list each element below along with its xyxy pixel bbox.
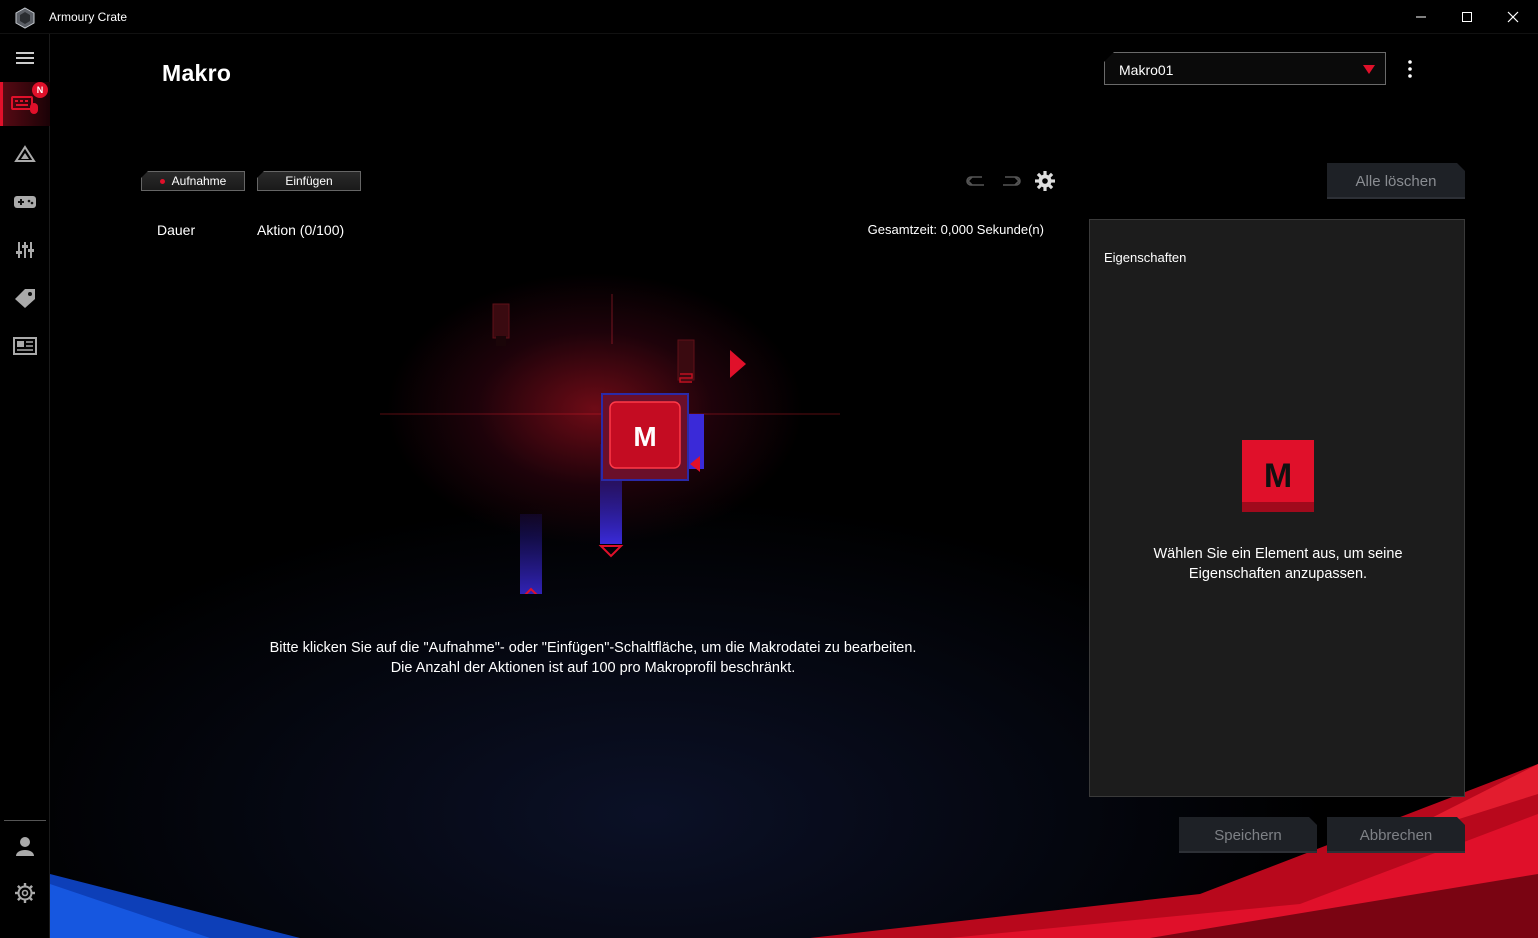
maximize-button[interactable] [1444, 0, 1490, 34]
page-title: Makro [162, 60, 232, 86]
aura-triangle-icon [14, 145, 36, 162]
gamepad-icon [14, 196, 36, 208]
maximize-icon [1462, 12, 1472, 22]
sidebar-divider [4, 820, 46, 821]
illustration-key-label: M [633, 421, 656, 452]
new-badge: N [32, 82, 48, 98]
more-options-icon[interactable] [1402, 58, 1418, 80]
sliders-icon [16, 242, 34, 258]
properties-title: Eigenschaften [1104, 250, 1187, 265]
sidebar-item-devices[interactable]: N [0, 82, 50, 126]
record-button-label: Aufnahme [171, 174, 227, 188]
main-content: Makro Makro01 Aufnahme Einfügen Alle lös… [50, 34, 1538, 938]
chevron-down-icon [1363, 65, 1375, 74]
cancel-button[interactable]: Abbrechen [1327, 817, 1465, 853]
app-logo-icon [15, 7, 35, 29]
news-icon [13, 337, 37, 355]
sidebar-item-game-library[interactable] [0, 180, 50, 224]
sidebar-menu-button[interactable] [0, 36, 50, 80]
sidebar-item-scenario[interactable] [0, 228, 50, 272]
sidebar-item-news[interactable] [0, 324, 50, 368]
redo-icon[interactable] [999, 170, 1023, 192]
empty-state-hint: Bitte klicken Sie auf die "Aufnahme"- od… [193, 638, 993, 678]
properties-message: Wählen Sie ein Element aus, um seine Eig… [1153, 546, 1403, 582]
minimize-button[interactable] [1398, 0, 1444, 34]
record-button[interactable]: Aufnahme [141, 171, 245, 191]
close-icon [1507, 11, 1519, 23]
sidebar-item-settings[interactable] [0, 871, 50, 915]
menu-icon [16, 52, 34, 64]
macro-key-letter: M [1264, 457, 1292, 495]
sidebar-item-user-center[interactable] [0, 824, 50, 868]
sidebar-item-deals[interactable] [0, 276, 50, 320]
column-header-duration: Dauer [157, 222, 196, 238]
clear-all-button[interactable]: Alle löschen [1327, 163, 1465, 199]
macro-key-icon: M [1242, 440, 1314, 512]
settings-icon [15, 883, 35, 903]
empty-hint-line-1: Bitte klicken Sie auf die "Aufnahme"- od… [269, 640, 917, 656]
record-dot-icon [159, 178, 165, 184]
close-button[interactable] [1490, 0, 1536, 34]
title-bar: Armoury Crate [0, 0, 1538, 34]
macro-empty-illustration: M [380, 244, 840, 594]
column-header-action: Aktion (0/100) [257, 222, 345, 238]
total-time: Gesamtzeit: 0,000 Sekunde(n) [867, 222, 1044, 237]
insert-button[interactable]: Einfügen [257, 171, 361, 191]
profile-select-value: Makro01 [1119, 62, 1174, 78]
sidebar: N [0, 34, 50, 938]
sidebar-item-aura[interactable] [0, 132, 50, 176]
gear-icon[interactable] [1033, 170, 1057, 192]
save-button[interactable]: Speichern [1179, 817, 1317, 853]
undo-icon[interactable] [964, 170, 988, 192]
tag-icon [15, 289, 35, 308]
properties-panel: Eigenschaften M Wählen Sie ein Element a… [1089, 219, 1465, 797]
insert-button-label: Einfügen [285, 174, 333, 188]
user-icon [16, 837, 34, 856]
empty-hint-line-2: Die Anzahl der Aktionen ist auf 100 pro … [390, 660, 796, 676]
profile-select[interactable]: Makro01 [1104, 52, 1386, 85]
minimize-icon [1416, 16, 1426, 18]
window-title: Armoury Crate [49, 10, 128, 24]
